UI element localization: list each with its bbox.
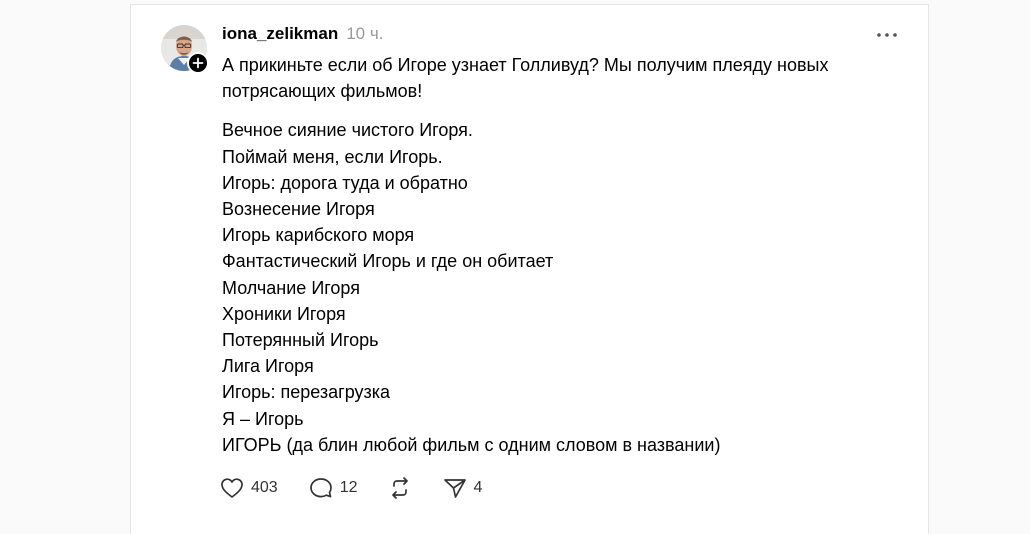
post-line: Игорь: перезагрузка: [222, 382, 391, 403]
plus-icon: [192, 57, 204, 69]
more-options-button[interactable]: [875, 27, 899, 43]
post-line: Вечное сияние чистого Игоря.: [222, 120, 473, 141]
share-button[interactable]: 4: [443, 476, 483, 500]
post-line: ИГОРЬ (да блин любой фильм с одним слово…: [222, 434, 721, 455]
repost-icon: [391, 477, 408, 499]
post-line: Вознесение Игоря: [222, 199, 375, 220]
like-count: 403: [251, 479, 278, 496]
feed-column: iona_zelikman 10 ч. А прикиньте если об …: [130, 4, 929, 534]
post-intro-text: А прикиньте если об Игоре узнает Голливу…: [222, 55, 829, 102]
comment-icon: [309, 478, 332, 498]
post-actions: 403 12 4: [220, 476, 482, 500]
post-header: iona_zelikman 10 ч.: [222, 24, 383, 46]
post-line: Игорь карибского моря: [222, 225, 415, 246]
more-horizontal-icon: [877, 33, 897, 37]
reply-button[interactable]: 12: [309, 476, 358, 500]
avatar[interactable]: [161, 25, 209, 74]
post-line: Лига Игоря: [222, 356, 314, 377]
post-timestamp[interactable]: 10 ч.: [346, 24, 383, 44]
post-line: Молчание Игоря: [222, 277, 360, 298]
post-line: Поймай меня, если Игорь.: [222, 146, 443, 167]
post-line: Хроники Игоря: [222, 303, 346, 324]
post-line: Потерянный Игорь: [222, 330, 379, 351]
send-icon: [443, 479, 466, 498]
share-count: 4: [473, 479, 483, 496]
post-line: Фантастический Игорь и где он обитает: [222, 251, 554, 272]
post-line: Игорь: дорога туда и обратно: [222, 172, 468, 193]
post-line: Я – Игорь: [222, 408, 304, 429]
post: iona_zelikman 10 ч. А прикиньте если об …: [131, 5, 928, 534]
follow-button[interactable]: [187, 52, 209, 74]
like-button[interactable]: 403: [220, 476, 278, 500]
post-body: А прикиньте если об Игоре узнает Голливу…: [222, 52, 902, 458]
reply-count: 12: [339, 479, 358, 496]
repost-button[interactable]: [388, 476, 412, 500]
username-link[interactable]: iona_zelikman: [222, 24, 338, 44]
heart-icon: [221, 478, 243, 498]
